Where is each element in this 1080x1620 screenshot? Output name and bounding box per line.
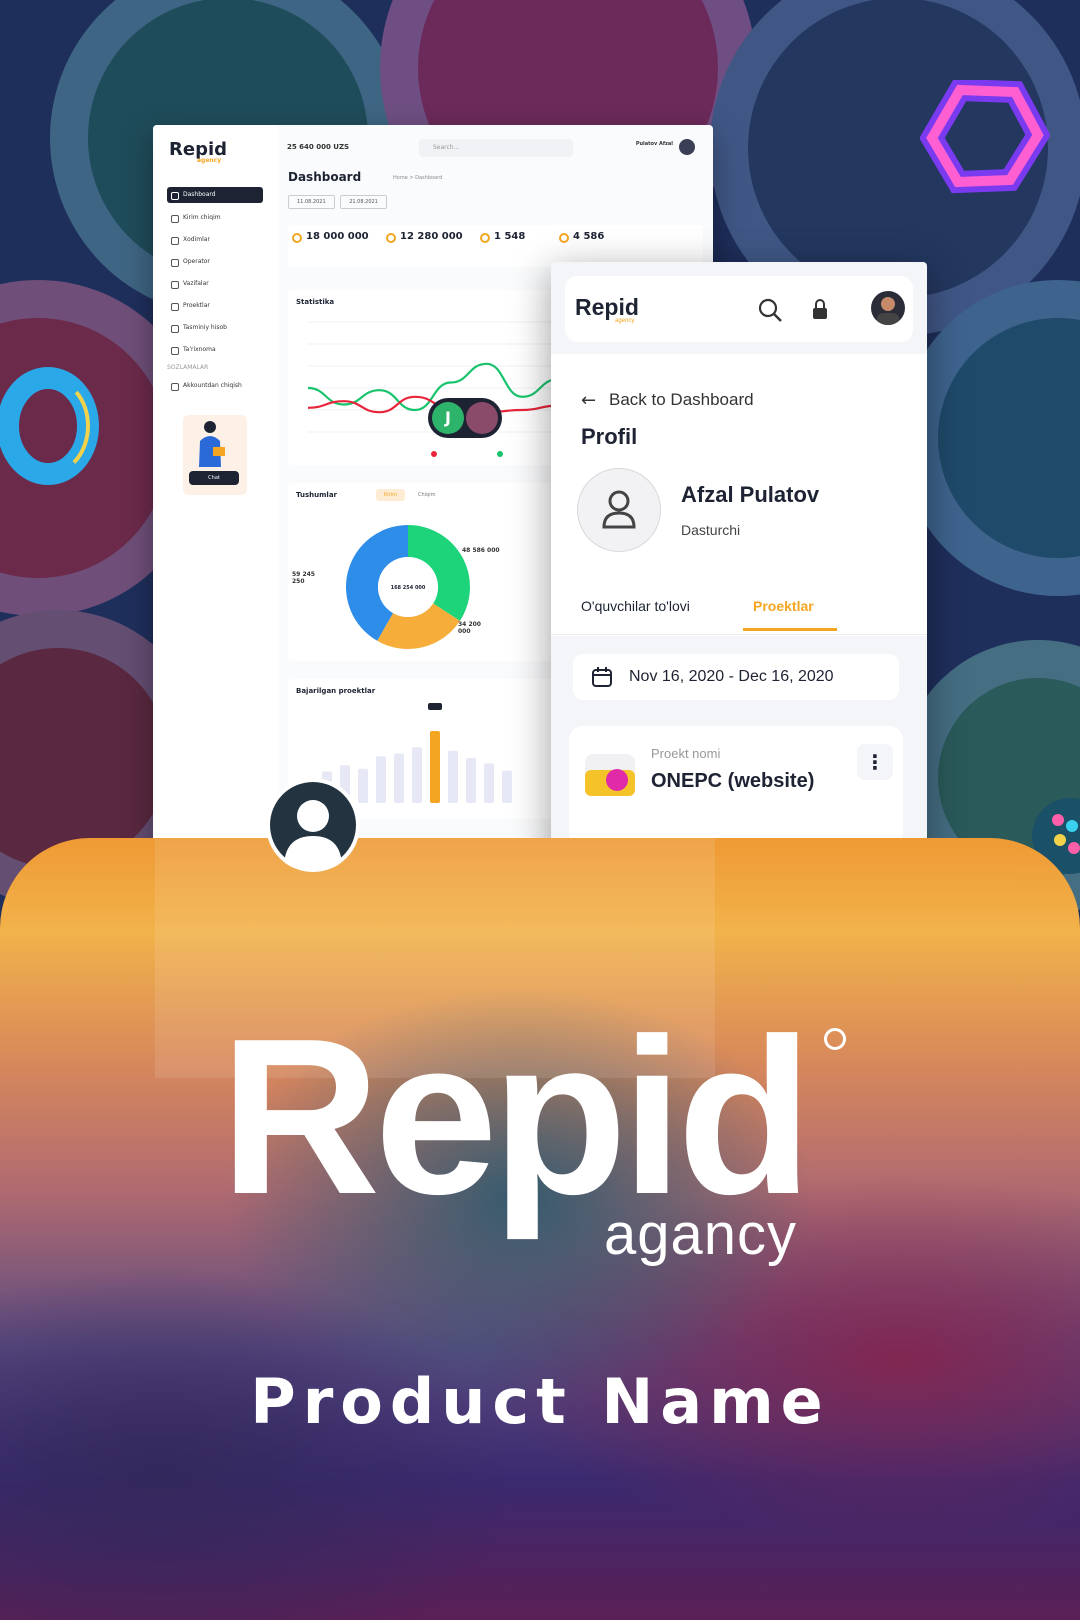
profile-screen: Repid agency ← Back to Dashboard Profil A…	[551, 262, 927, 862]
statistics-title: Statistika	[296, 298, 335, 306]
breadcrumb[interactable]: Home > Dashboard	[393, 175, 442, 181]
donut-center-label: 168 254 000	[391, 585, 426, 591]
sidebar-item-proektlar[interactable]: Proektlar	[167, 295, 263, 317]
arrow-left-icon[interactable]: ←	[581, 390, 596, 411]
avatar[interactable]	[679, 139, 695, 155]
bar	[484, 763, 494, 803]
registered-mark-icon	[824, 1028, 846, 1050]
stat-value: 1 548	[479, 231, 526, 243]
user-outline-icon	[602, 490, 636, 529]
bar	[448, 750, 458, 803]
sidebar: Repid agency Dashboard Kirim chiqim Xodim…	[153, 125, 278, 885]
avatar[interactable]	[871, 291, 905, 325]
more-vertical-icon[interactable]: ⋮	[857, 744, 893, 780]
income-title: Tushumlar	[296, 491, 337, 499]
donut-label-blue: 59 245 250	[292, 571, 315, 585]
bar	[394, 753, 404, 803]
tab-payments[interactable]: O'quvchilar to'lovi	[581, 598, 690, 614]
date-range-picker[interactable]: Nov 16, 2020 - Dec 16, 2020	[573, 654, 899, 700]
sidebar-item-operator[interactable]: Operator	[167, 251, 263, 273]
stats-row: 18 000 000 12 280 000 1 548 4 586	[288, 225, 703, 267]
sidebar-item-xodimlar[interactable]: Xodimlar	[167, 229, 263, 251]
bar	[412, 747, 422, 803]
search-input[interactable]: Search...	[419, 139, 573, 157]
date-range-text: Nov 16, 2020 - Dec 16, 2020	[629, 668, 834, 685]
sidebar-item-vazifalar[interactable]: Vazifalar	[167, 273, 263, 295]
brand-title: Repid	[220, 993, 813, 1241]
project-card[interactable]: Proekt nomi ONEPC (website) ⋮	[569, 726, 903, 846]
calendar-icon	[592, 667, 612, 687]
tab-kirim[interactable]: Kirim	[376, 489, 405, 501]
sidebar-item-logout[interactable]: Akkountdan chiqish	[167, 375, 263, 397]
avatar-letter: J	[432, 402, 464, 434]
profile-name: Afzal Pulatov	[681, 482, 820, 507]
back-to-dashboard-link[interactable]: Back to Dashboard	[609, 390, 754, 410]
support-person-illustration	[199, 421, 225, 467]
chat-button[interactable]: Chat	[189, 471, 239, 485]
dashboard-logo[interactable]: Repid agency	[169, 139, 227, 164]
sidebar-item-tarixnoma[interactable]: Ta'rixnoma	[167, 339, 263, 361]
user-name: Pulatov Afzal	[635, 141, 673, 147]
lock-icon[interactable]	[807, 297, 833, 323]
balance-text: 25 640 000 UZS	[287, 143, 350, 151]
hexagon-ring-3d-icon	[920, 80, 1050, 194]
legend-marker	[431, 451, 437, 457]
ring-3d-icon	[0, 367, 99, 485]
online-users-badge: J	[428, 398, 502, 438]
donut-label-orange: 34 200 000	[458, 621, 481, 635]
date-from-input[interactable]: 11.08.2021	[288, 195, 335, 209]
stat-value: 18 000 000	[292, 231, 369, 243]
search-icon[interactable]	[757, 297, 783, 323]
avatar	[466, 402, 498, 434]
date-to-input[interactable]: 21.08.2021	[340, 195, 387, 209]
bar-tooltip	[428, 703, 442, 710]
sidebar-item-kirim-chiqim[interactable]: Kirim chiqim	[167, 207, 263, 229]
income-donut-chart: 168 254 000	[346, 525, 470, 649]
bar	[502, 770, 512, 803]
user-photo-icon	[877, 297, 899, 325]
bar	[466, 758, 476, 803]
mobile-header: Repid agency	[565, 276, 913, 342]
sidebar-item-dashboard[interactable]: Dashboard	[167, 187, 263, 203]
folder-icon	[585, 754, 635, 796]
sidebar-item-tasminiy-hisob[interactable]: Tasminiy hisob	[167, 317, 263, 339]
date-filter: 11.08.2021 21.08.2021	[288, 195, 391, 209]
project-name: ONEPC (website)	[651, 770, 815, 792]
profile-role: Dasturchi	[681, 522, 741, 538]
tab-chiqim[interactable]: Chiqim	[414, 489, 439, 501]
bar	[376, 756, 386, 803]
profile-body: ← Back to Dashboard Profil Afzal Pulatov…	[551, 354, 927, 862]
profile-title: Profil	[581, 424, 638, 449]
mobile-logo[interactable]: Repid agency	[575, 294, 639, 324]
legend-marker	[497, 451, 503, 457]
project-label: Proekt nomi	[651, 746, 721, 761]
product-name: Product Name	[250, 1365, 830, 1438]
bar	[430, 731, 440, 803]
stat-value: 12 280 000	[386, 231, 463, 243]
brand-subtitle: agancy	[604, 1202, 798, 1267]
bar	[358, 768, 368, 803]
projects-title: Bajarilgan proektlar	[296, 687, 376, 695]
profile-tabs: O'quvchilar to'lovi Proektlar	[551, 580, 927, 635]
sidebar-nav: Dashboard Kirim chiqim Xodimlar Operator…	[167, 187, 263, 397]
statistics-line-chart	[307, 321, 559, 457]
user-avatar-badge	[266, 778, 360, 872]
profile-avatar[interactable]	[577, 468, 661, 552]
stat-value: 4 586	[558, 231, 605, 243]
dashboard-topbar: 25 640 000 UZS Search... Pulatov Afzal	[283, 135, 703, 157]
user-silhouette-icon	[284, 800, 342, 868]
page-title: Dashboard	[288, 170, 362, 184]
donut-label-green: 48 586 000	[462, 547, 500, 554]
chat-widget: Chat	[183, 415, 247, 495]
tab-projects[interactable]: Proektlar	[753, 598, 814, 614]
active-tab-indicator	[743, 628, 837, 631]
sidebar-group-label: SOZLAMALAR	[167, 364, 209, 371]
